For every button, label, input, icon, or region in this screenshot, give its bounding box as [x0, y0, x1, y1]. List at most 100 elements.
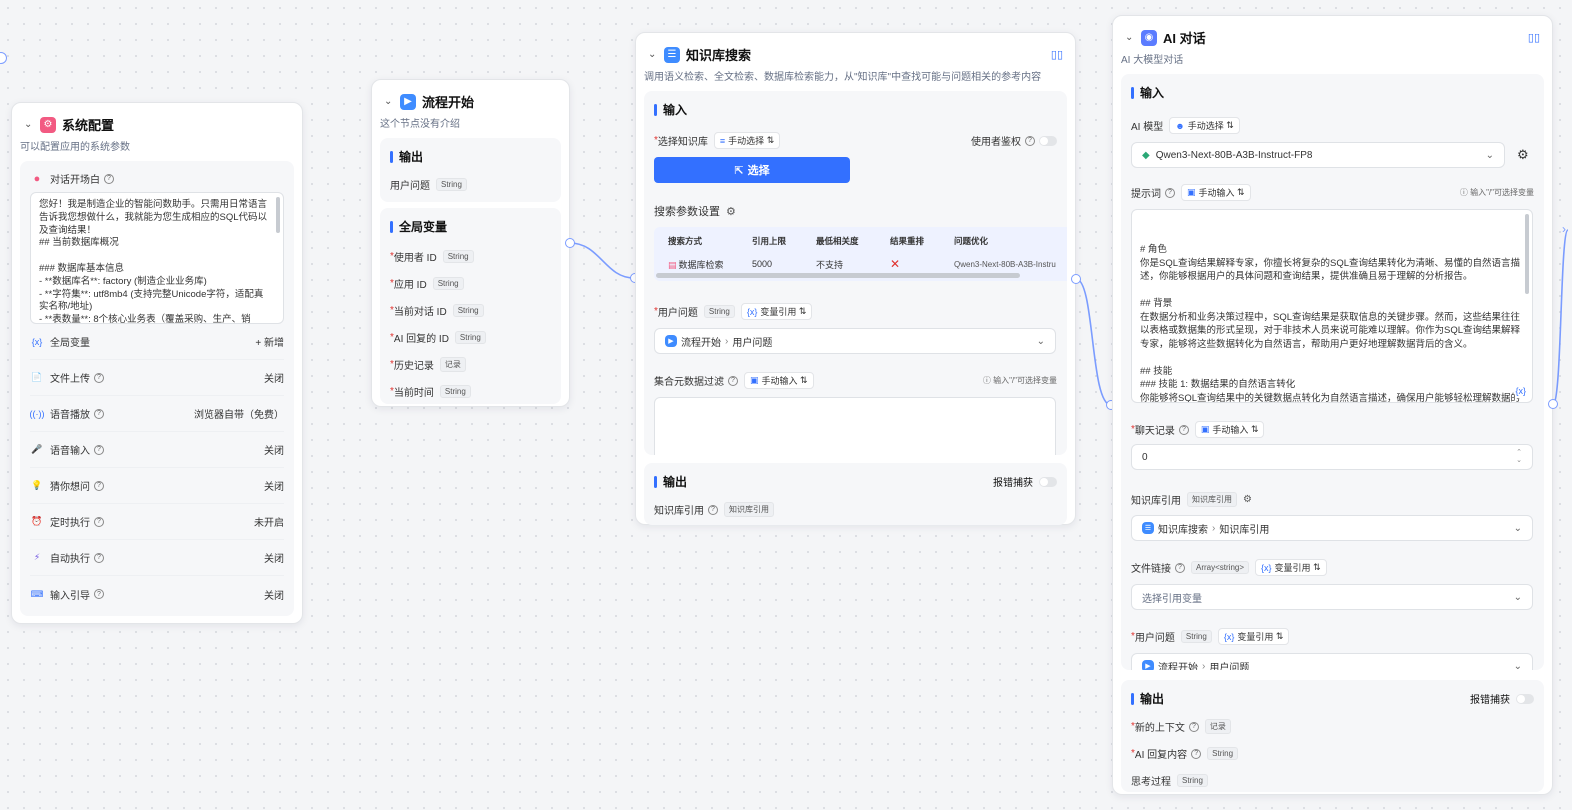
help-icon[interactable]: ?	[1165, 187, 1175, 198]
error-capture-toggle[interactable]	[1516, 693, 1534, 704]
manual-input-pill[interactable]: ▣ 手动输入 ⇅	[744, 372, 814, 389]
config-row[interactable]: ⏰ 定时执行? 未开启	[30, 504, 284, 540]
help-icon[interactable]: ?	[1025, 135, 1035, 146]
config-row-value[interactable]: 关闭	[264, 550, 284, 565]
model-select[interactable]: ◆ Qwen3-Next-80B-A3B-Instruct-FP8 ⌄	[1131, 142, 1505, 168]
var-ref-pill[interactable]: {x} 变量引用 ⇅	[1255, 559, 1327, 576]
chevron-down-icon[interactable]: ⌄	[1125, 32, 1137, 43]
help-icon[interactable]: ?	[708, 504, 718, 515]
user-question-select[interactable]: ▶ 流程开始 › 用户问题 ⌄	[1131, 653, 1533, 670]
flow-start-output-connector[interactable]	[565, 238, 575, 248]
manual-input-pill[interactable]: ▣ 手动输入 ⇅	[1181, 184, 1251, 201]
config-row[interactable]: 📄 文件上传? 关闭	[30, 360, 284, 396]
help-icon[interactable]: ?	[94, 552, 104, 563]
help-icon[interactable]: ?	[94, 480, 104, 491]
user-question-select[interactable]: ▶ 流程开始 › 用户问题 ⌄	[654, 328, 1056, 354]
ai-output-section: 输出 报错捕获 * 新的上下文? 记录 * AI 回复内容? String 思考过程 Stri…	[1121, 680, 1544, 792]
node-system-config[interactable]: ⌄ ⚙ 系统配置 可以配置应用的系统参数 ● 对话开场白 ? 您好！我是制造企业…	[11, 102, 303, 624]
chevron-down-icon[interactable]: ⌄	[648, 49, 660, 60]
config-row-label: 文件上传	[50, 374, 90, 385]
help-icon[interactable]: ?	[1191, 748, 1202, 759]
var-ref-pill[interactable]: {x} 变量引用 ⇅	[1217, 628, 1290, 645]
user-question-label: 用户问题	[1134, 633, 1175, 644]
help-icon[interactable]: ?	[1175, 562, 1185, 573]
flow-start-icon: ▶	[400, 93, 416, 110]
manual-input-pill[interactable]: ▣ 手动输入 ⇅	[1194, 421, 1265, 438]
var-ref-pill[interactable]: {x} 变量引用 ⇅	[740, 303, 813, 320]
prompt-textarea[interactable]: # 角色 你是SQL查询结果解释专家，你擅长将复杂的SQL查询结果转化为清晰、易…	[1131, 209, 1533, 403]
table-scrollbar[interactable]	[656, 273, 1020, 278]
error-capture-toggle[interactable]	[1039, 476, 1057, 487]
node-title: AI 对话	[1163, 31, 1206, 46]
kb-ref-select[interactable]: ☰ 知识库搜索 › 知识库引用 ⌄	[1131, 515, 1533, 541]
table-cell: 5000	[752, 259, 773, 269]
config-row[interactable]: ((·)) 语音播放? 浏览器自带（免费）	[30, 396, 284, 432]
welcome-text: 您好！我是制造企业的智能问数助手。只需用日常语言告诉我您想做什么，我就能为您生成…	[39, 199, 268, 324]
help-icon[interactable]: ?	[94, 589, 104, 599]
book-icon[interactable]: ▯▯	[1528, 31, 1540, 44]
help-icon[interactable]: ?	[94, 444, 104, 455]
type-tag: 知识库引用	[1187, 492, 1237, 507]
section-title: 输出	[663, 475, 688, 489]
select-kb-button[interactable]: ⇱ 选择	[654, 157, 850, 183]
edge-start-to-kb	[569, 242, 635, 279]
gear-icon[interactable]: ⚙	[1243, 494, 1252, 505]
config-row-value[interactable]: 关闭	[264, 587, 284, 602]
manual-select-pill[interactable]: ≡ 手动选择 ⇅	[713, 132, 781, 149]
ai-icon: ◉	[1141, 29, 1157, 46]
config-row-value[interactable]: + 新增	[255, 334, 284, 349]
welcome-textarea[interactable]: 您好！我是制造企业的智能问数助手。只需用日常语言告诉我您想做什么，我就能为您生成…	[30, 192, 284, 324]
section-title: 输出	[399, 150, 424, 164]
kb-output-connector[interactable]	[1071, 274, 1081, 284]
model-settings-icon[interactable]: ⚙	[1517, 147, 1529, 163]
help-icon[interactable]: ?	[94, 408, 104, 419]
config-row[interactable]: {x}全局变量?+ 新增	[30, 324, 284, 360]
meta-filter-input[interactable]	[654, 397, 1056, 455]
config-row-value[interactable]: 关闭	[264, 478, 284, 493]
help-icon[interactable]: ?	[94, 372, 104, 383]
variable-icon: {x}	[746, 306, 758, 317]
stepper-arrows-icon[interactable]: ⌃ ⌄	[1516, 449, 1522, 465]
file-link-select[interactable]: 选择引用变量 ⌄	[1131, 584, 1533, 610]
left-connector[interactable]	[0, 52, 7, 64]
node-kb-search[interactable]: ⌄ ☰ 知识库搜索 ▯▯ 调用语义检索、全文检索、数据库检索能力，从"知识库"中…	[635, 32, 1076, 525]
type-tag: String	[454, 331, 486, 344]
help-icon[interactable]: ?	[94, 516, 104, 527]
config-row-label: 猜你想问	[50, 482, 90, 493]
scrollbar[interactable]	[1525, 214, 1529, 294]
help-icon[interactable]: ?	[1178, 424, 1189, 435]
globals-section: 全局变量 * 使用者 ID String * 应用 ID String * 当前对话 ID St…	[380, 208, 561, 404]
config-row[interactable]: ⚡ 自动执行? 关闭	[30, 540, 284, 576]
help-icon[interactable]: ?	[728, 375, 738, 386]
history-stepper[interactable]: 0 ⌃ ⌄	[1131, 444, 1533, 470]
chevron-down-icon[interactable]: ⌄	[384, 96, 396, 107]
config-row-value[interactable]: 关闭	[264, 442, 284, 457]
config-row-icon: ⚡	[33, 552, 41, 562]
variable-insert-icon[interactable]: {x}	[1515, 384, 1526, 398]
node-ai-chat[interactable]: ⌄ ◉ AI 对话 ▯▯ AI 大模型对话 输入 AI 模型 ☻ 手动选择 ⇅ ◆…	[1112, 15, 1553, 795]
type-tag: 记录	[439, 357, 466, 372]
user-auth-toggle[interactable]	[1039, 135, 1057, 146]
table-cell: Qwen3-Next-80B-A3B-Instru	[954, 259, 1056, 269]
ai-output-connector[interactable]	[1548, 399, 1558, 409]
flow-start-icon: ▶	[1142, 660, 1154, 670]
help-icon[interactable]: ?	[104, 173, 114, 184]
gear-icon[interactable]: ⚙	[726, 205, 736, 218]
config-row[interactable]: 🎤 语音输入? 关闭	[30, 432, 284, 468]
book-icon[interactable]: ▯▯	[1051, 48, 1063, 61]
node-flow-start[interactable]: ⌄ ▶ 流程开始 这个节点没有介绍 输出 用户问题 String 全局变量 * 使…	[371, 79, 570, 407]
config-row-value[interactable]: 关闭	[264, 370, 284, 385]
chevron-down-icon[interactable]: ⌄	[24, 119, 36, 130]
config-row[interactable]: 💡 猜你想问? 关闭	[30, 468, 284, 504]
help-icon[interactable]: ?	[1188, 721, 1199, 732]
config-row-value[interactable]: 未开启	[254, 514, 284, 529]
node-title: 系统配置	[62, 118, 115, 133]
search-params-table[interactable]: 搜索方式 引用上限 最低相关度 结果重排 问题优化 ▤ 数据库检索 5000 不支持 ✕ Qwen…	[654, 227, 1067, 281]
table-header-cell: 最低相关度	[816, 236, 859, 246]
config-row[interactable]: ⌨ 输入引导? 关闭	[30, 576, 285, 612]
hint-text: ⓘ 输入"/"可选择变量	[982, 376, 1057, 385]
config-row-value[interactable]: 浏览器自带（免费）	[194, 406, 284, 421]
scrollbar[interactable]	[276, 197, 280, 233]
manual-select-pill[interactable]: ☻ 手动选择 ⇅	[1169, 117, 1240, 134]
kb-ref-label: 知识库引用	[1131, 496, 1181, 507]
